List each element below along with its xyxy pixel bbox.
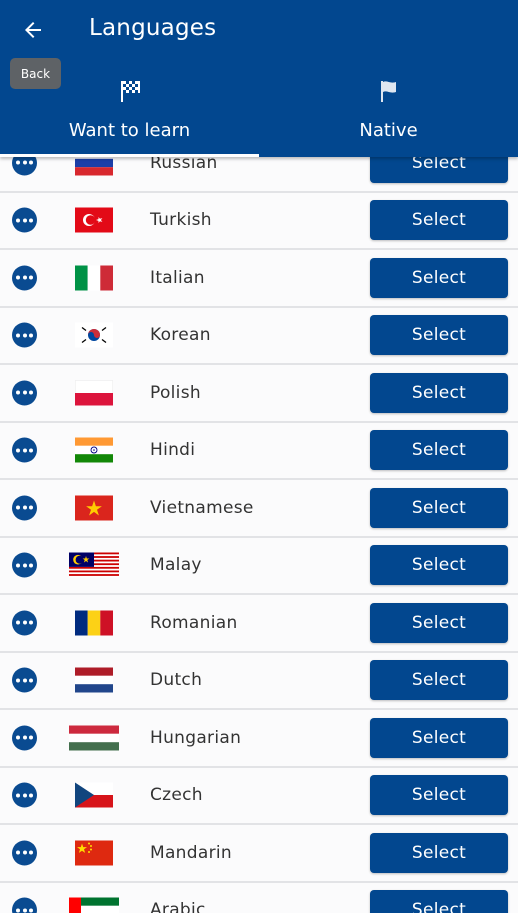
list-item: Czech Select	[0, 767, 518, 825]
more-options-button[interactable]	[12, 322, 37, 348]
more-options-button[interactable]	[12, 552, 37, 578]
more-options-button[interactable]	[12, 380, 37, 406]
more-options-button[interactable]	[12, 437, 37, 463]
list-item: Mandarin Select	[0, 825, 518, 883]
active-tab-indicator	[0, 154, 259, 157]
language-name: Malay	[150, 555, 202, 576]
language-name: Mandarin	[150, 842, 232, 863]
tab-label: Native	[359, 120, 418, 141]
page-title: Languages	[89, 15, 217, 41]
turkey-flag-icon	[75, 207, 113, 233]
italy-flag-icon	[75, 265, 113, 291]
language-name: Italian	[150, 267, 205, 288]
list-item: Hindi Select	[0, 422, 518, 480]
uae-flag-icon	[69, 897, 119, 913]
language-list: Russian Select Turkish Select Italian Se…	[0, 135, 518, 913]
select-button[interactable]: Select	[370, 257, 508, 298]
more-options-button[interactable]	[12, 897, 37, 913]
list-item: Turkish Select	[0, 192, 518, 250]
tab-native[interactable]: Native	[259, 70, 518, 157]
more-options-button[interactable]	[12, 265, 37, 291]
netherlands-flag-icon	[75, 667, 113, 693]
languages-screen: Russian Select Turkish Select Italian Se…	[0, 0, 518, 913]
select-button[interactable]: Select	[370, 487, 508, 528]
language-name: Hindi	[150, 440, 196, 461]
more-options-button[interactable]	[12, 840, 37, 866]
romania-flag-icon	[75, 610, 113, 636]
checkered-flag-icon	[118, 78, 142, 108]
select-button[interactable]: Select	[370, 200, 508, 241]
more-options-button[interactable]	[12, 667, 37, 693]
list-item: Hungarian Select	[0, 710, 518, 768]
list-item: Vietnamese Select	[0, 480, 518, 538]
language-name: Polish	[150, 382, 201, 403]
tab-label: Want to learn	[68, 120, 191, 141]
more-options-button[interactable]	[12, 725, 37, 751]
app-bar: Languages Want to learn Native	[0, 0, 518, 157]
language-name: Vietnamese	[150, 497, 254, 518]
select-button[interactable]: Select	[370, 717, 508, 758]
language-name: Czech	[150, 785, 203, 806]
select-button[interactable]: Select	[370, 775, 508, 816]
list-item: Italian Select	[0, 250, 518, 308]
more-options-button[interactable]	[12, 207, 37, 233]
list-item: Korean Select	[0, 307, 518, 365]
select-button[interactable]: Select	[370, 430, 508, 471]
list-item: Polish Select	[0, 365, 518, 423]
select-button[interactable]: Select	[370, 545, 508, 586]
south-korea-flag-icon	[75, 322, 113, 348]
select-button[interactable]: Select	[370, 372, 508, 413]
hungary-flag-icon	[69, 725, 119, 751]
select-button[interactable]: Select	[370, 832, 508, 873]
language-name: Hungarian	[150, 727, 242, 748]
select-button[interactable]: Select	[370, 602, 508, 643]
india-flag-icon	[75, 437, 113, 463]
list-item: Dutch Select	[0, 652, 518, 710]
language-name: Romanian	[150, 612, 238, 633]
more-options-button[interactable]	[12, 610, 37, 636]
select-button[interactable]: Select	[370, 315, 508, 356]
more-options-button[interactable]	[12, 782, 37, 808]
back-button[interactable]	[11, 11, 55, 49]
list-item: Romanian Select	[0, 595, 518, 653]
list-item: Malay Select	[0, 537, 518, 595]
language-name: Korean	[150, 325, 211, 346]
poland-flag-icon	[75, 380, 113, 406]
arrow-left-icon	[25, 22, 41, 38]
select-button[interactable]: Select	[370, 660, 508, 701]
vietnam-flag-icon	[75, 495, 113, 521]
language-name: Arabic	[150, 900, 206, 913]
select-button[interactable]: Select	[370, 890, 508, 913]
tab-bar: Want to learn Native	[0, 70, 518, 157]
china-flag-icon	[75, 840, 113, 866]
list-item: Arabic Select	[0, 882, 518, 913]
malaysia-flag-icon	[69, 552, 119, 578]
language-name: Turkish	[150, 210, 212, 231]
czech-flag-icon	[75, 782, 113, 808]
flag-icon	[377, 78, 401, 108]
language-name: Dutch	[150, 670, 203, 691]
back-tooltip: Back	[10, 58, 61, 89]
more-options-button[interactable]	[12, 495, 37, 521]
